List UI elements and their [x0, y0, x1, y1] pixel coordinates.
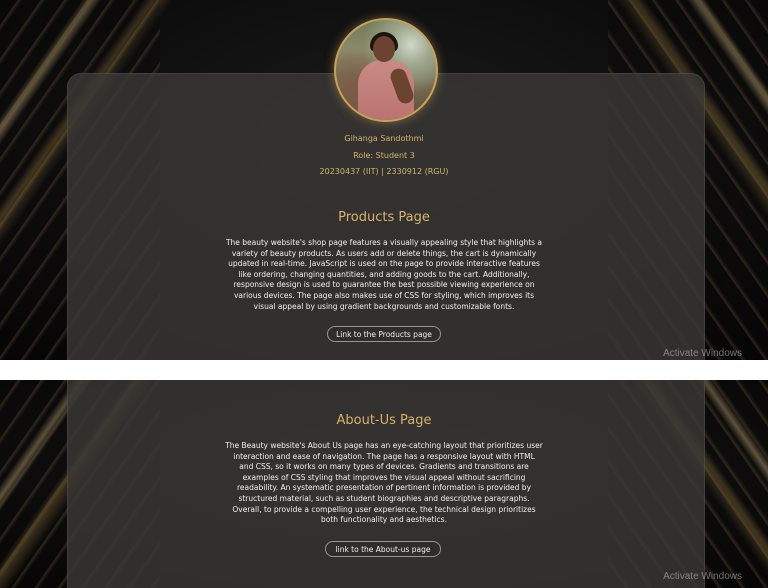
activate-windows-watermark: Activate Windows: [663, 348, 742, 359]
top-screenshot: Gihanga Sandothmi Role: Student 3 202304…: [0, 0, 768, 360]
about-section-title: About-Us Page: [336, 413, 432, 428]
products-page-link-button[interactable]: Link to the Products page: [327, 326, 441, 342]
student-ids: 20230437 (IIT) | 2330912 (RGU): [319, 167, 449, 176]
about-description: The Beauty website's About Us page has a…: [225, 441, 543, 525]
student-role: Role: Student 3: [353, 151, 415, 160]
activate-windows-watermark: Activate Windows: [663, 571, 742, 582]
products-description: The beauty website's shop page features …: [225, 238, 543, 311]
about-page-link-button[interactable]: link to the About-us page: [325, 541, 441, 557]
student-avatar: [334, 18, 438, 122]
products-section-title: Products Page: [338, 210, 430, 225]
bottom-screenshot: About-Us Page The Beauty website's About…: [0, 380, 768, 588]
student-name: Gihanga Sandothmi: [344, 134, 424, 143]
